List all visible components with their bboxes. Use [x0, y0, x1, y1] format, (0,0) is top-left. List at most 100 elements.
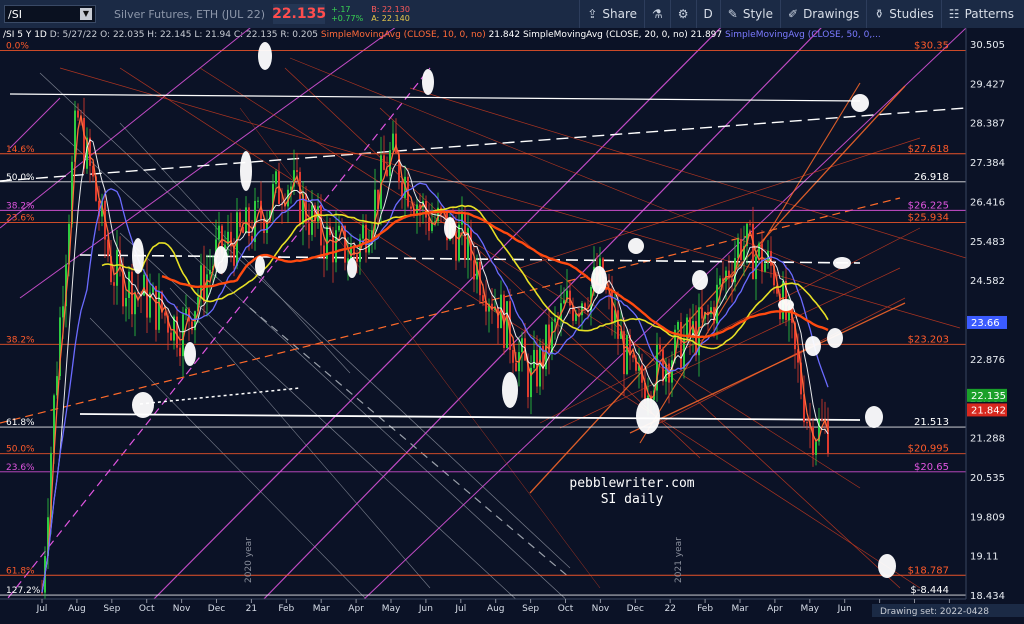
bid-price: B: 22.130: [371, 5, 410, 14]
candle-body: [554, 318, 556, 322]
ohlc-value: O: 22.035: [100, 30, 147, 40]
x-tick-label: May: [382, 604, 401, 614]
candle-body: [482, 295, 484, 301]
last-price: 22.135: [272, 4, 327, 24]
candle-body: [257, 200, 259, 202]
chart-app: /SI ▼ Silver Futures, ETH (JUL 22) 22.13…: [0, 0, 1024, 624]
fib-price-label: $20.995: [908, 444, 949, 455]
y-tick-label: 26.416: [970, 197, 1005, 208]
study-legend: SimpleMovingAvg (CLOSE, 50, 0,...: [725, 30, 881, 40]
x-tick-label: Aug: [487, 604, 505, 614]
candle-body: [827, 420, 829, 454]
x-tick-label: Jun: [837, 604, 852, 614]
fib-pct-label: 23.6%: [6, 463, 35, 473]
share-icon: ⇪: [587, 7, 598, 21]
x-tick-label: Apr: [348, 604, 364, 614]
symbol-selector[interactable]: /SI ▼: [4, 5, 96, 23]
chevron-down-icon[interactable]: ▼: [80, 8, 92, 20]
study-value: 21.897: [691, 30, 725, 40]
fib-price-label: $-8.444: [910, 585, 949, 596]
candle-body: [740, 239, 742, 260]
fib-price-label: $27.618: [908, 144, 949, 155]
chart-background: [0, 28, 1024, 624]
ellipse-marker-0: [258, 42, 272, 70]
candle-body: [737, 239, 739, 259]
ellipse-marker-12: [628, 238, 644, 254]
x-tick-label: Mar: [732, 604, 749, 614]
ohlc-value: R: 0.205: [280, 30, 321, 40]
ellipse-marker-21: [878, 554, 896, 578]
fib-pct-label: 14.6%: [6, 145, 35, 155]
patterns-label: Patterns: [964, 7, 1014, 21]
candle-body: [170, 332, 172, 341]
candle-body: [563, 300, 565, 304]
x-tick-label: Jul: [36, 604, 48, 614]
candle-body: [458, 224, 460, 261]
candle-body: [533, 349, 535, 368]
year-label-2021: 2021 year: [674, 537, 684, 583]
drawings-button[interactable]: ✐ Drawings: [780, 0, 866, 28]
candle-body: [626, 335, 628, 375]
price-axis: 30.505 29.427 28.387 27.384 26.416 25.483 24.5…: [965, 28, 1024, 624]
candle-body: [392, 133, 394, 151]
candle-body: [191, 321, 193, 331]
fib-price-label: $20.65: [914, 462, 949, 473]
ellipse-marker-11: [591, 266, 607, 294]
instrument-description: Silver Futures, ETH (JUL 22): [114, 7, 266, 21]
candle-body: [185, 308, 187, 315]
last-value-label: 22.135: [971, 391, 1006, 402]
settings-button[interactable]: ⚙: [669, 0, 696, 28]
fib-pct-label: 38.2%: [6, 335, 35, 345]
y-tick-label: 21.288: [970, 434, 1005, 445]
y-tick-label: 30.505: [970, 40, 1005, 51]
x-tick-label: Feb: [278, 604, 294, 614]
x-tick-label: Sep: [103, 604, 120, 614]
patterns-icon: ☷: [948, 7, 960, 21]
x-tick-label: Apr: [767, 604, 783, 614]
fib-price-label: $18.787: [908, 565, 949, 576]
period-button[interactable]: D: [695, 0, 720, 28]
fib-price-label: $25.934: [908, 213, 949, 224]
fib-pct-label: 0.0%: [6, 42, 29, 52]
x-tick-label: Nov: [592, 604, 610, 614]
price-chart[interactable]: 0.0% $30.35 14.6% $27.618 50.0% 26.918 38.2% $2…: [0, 28, 1024, 624]
candle-body: [473, 260, 475, 280]
ohlc-value: C: 22.135: [234, 30, 281, 40]
candle-body: [362, 224, 364, 239]
ellipse-marker-5: [255, 256, 265, 276]
candle-body: [179, 347, 181, 357]
y-tick-label: 19.809: [970, 512, 1005, 523]
candle-body: [677, 322, 679, 330]
candle-body: [275, 171, 277, 185]
style-button[interactable]: ✎ Style: [719, 0, 780, 28]
ellipse-marker-17: [805, 336, 821, 356]
net-change: +.17: [331, 5, 351, 14]
price-change: +.17 +0.77%: [331, 5, 363, 23]
candle-body: [338, 225, 340, 231]
candle-body: [731, 278, 733, 283]
study-legend: SimpleMovingAvg (CLOSE, 10, 0, no): [321, 30, 489, 40]
studies-button[interactable]: ⚱ Studies: [866, 0, 941, 28]
ellipse-marker-4: [214, 246, 228, 274]
fib-pct-label: 61.8%: [6, 418, 35, 428]
time-axis: Jul Aug Sep Oct Nov Dec 21 Feb Mar Apr May Jun Jul Au…: [0, 598, 1024, 624]
gear-icon: ⚙: [677, 7, 689, 21]
candle-body: [164, 312, 166, 316]
bid-ask: B: 22.130 A: 22.140: [371, 5, 410, 23]
candle-body: [218, 225, 220, 240]
ellipse-marker-13: [692, 270, 708, 290]
candle-body: [623, 331, 625, 375]
chart-header: /SI 5 Y 1D D: 5/27/22 O: 22.035 H: 22.14…: [3, 30, 881, 40]
fib-price-label: 21.513: [914, 417, 949, 428]
ellipse-marker-3: [132, 238, 144, 274]
watermark-subtitle: SI daily: [601, 492, 664, 507]
style-icon: ✎: [727, 7, 738, 21]
fib-price-label: $26.225: [908, 200, 949, 211]
candle-body: [155, 286, 157, 330]
ohlc-value: L: 21.94: [194, 30, 234, 40]
flask-button[interactable]: ⚗: [644, 0, 670, 28]
style-label: Style: [742, 7, 773, 21]
patterns-button[interactable]: ☷ Patterns: [940, 0, 1024, 28]
share-button[interactable]: ⇪ Share: [579, 0, 644, 28]
ellipse-marker-7: [184, 342, 196, 366]
